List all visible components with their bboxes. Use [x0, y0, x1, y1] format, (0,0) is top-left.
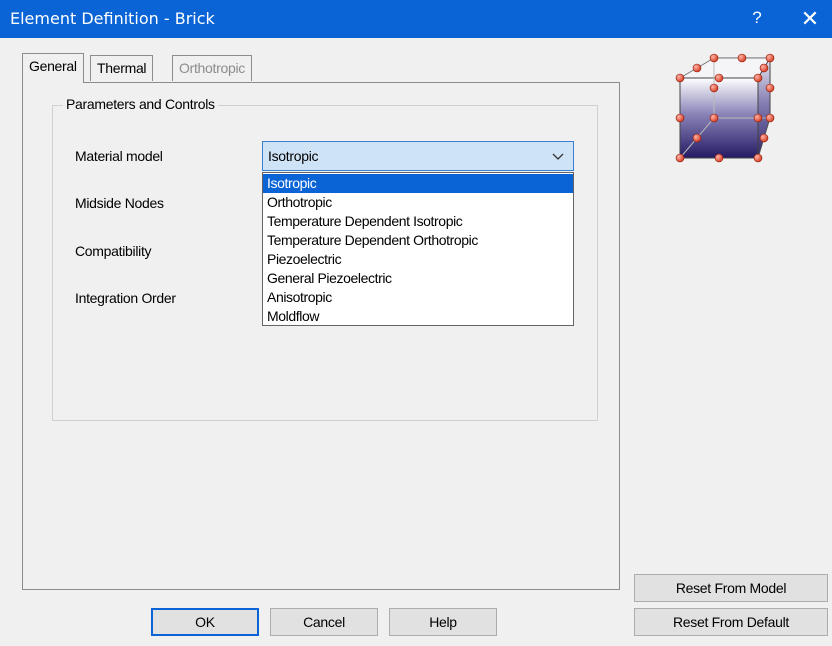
option-temperature-dependent-isotropic[interactable]: Temperature Dependent Isotropic	[263, 212, 573, 231]
option-general-piezoelectric[interactable]: General Piezoelectric	[263, 269, 573, 288]
option-orthotropic[interactable]: Orthotropic	[263, 193, 573, 212]
tab-thermal[interactable]: Thermal	[90, 55, 154, 81]
reset-from-model-button[interactable]: Reset From Model	[634, 574, 828, 602]
tab-orthotropic[interactable]: Orthotropic	[172, 55, 252, 81]
midside-nodes-label: Midside Nodes	[75, 195, 164, 211]
help-icon[interactable]: ?	[742, 8, 772, 28]
option-isotropic[interactable]: Isotropic	[263, 174, 573, 193]
material-model-select[interactable]: Isotropic	[262, 141, 574, 171]
title-bar: Element Definition - Brick ? ✕	[0, 0, 832, 38]
brick-element-icon	[675, 53, 775, 163]
option-piezoelectric[interactable]: Piezoelectric	[263, 250, 573, 269]
material-model-value: Isotropic	[268, 148, 319, 164]
help-button[interactable]: Help	[389, 608, 497, 636]
cancel-button[interactable]: Cancel	[270, 608, 378, 636]
material-model-label: Material model	[75, 148, 163, 164]
compatibility-label: Compatibility	[75, 243, 152, 259]
integration-order-label: Integration Order	[75, 290, 176, 306]
chevron-down-icon[interactable]	[551, 149, 565, 163]
tab-general[interactable]: General	[22, 53, 84, 83]
option-temperature-dependent-orthotropic[interactable]: Temperature Dependent Orthotropic	[263, 231, 573, 250]
material-model-dropdown: Isotropic Orthotropic Temperature Depend…	[262, 172, 574, 326]
option-anisotropic[interactable]: Anisotropic	[263, 288, 573, 307]
ok-button[interactable]: OK	[151, 608, 259, 636]
window-title: Element Definition - Brick	[10, 9, 215, 28]
groupbox-title: Parameters and Controls	[63, 96, 218, 112]
option-moldflow[interactable]: Moldflow	[263, 307, 573, 326]
close-icon[interactable]: ✕	[790, 4, 830, 34]
reset-from-default-button[interactable]: Reset From Default	[634, 608, 828, 636]
